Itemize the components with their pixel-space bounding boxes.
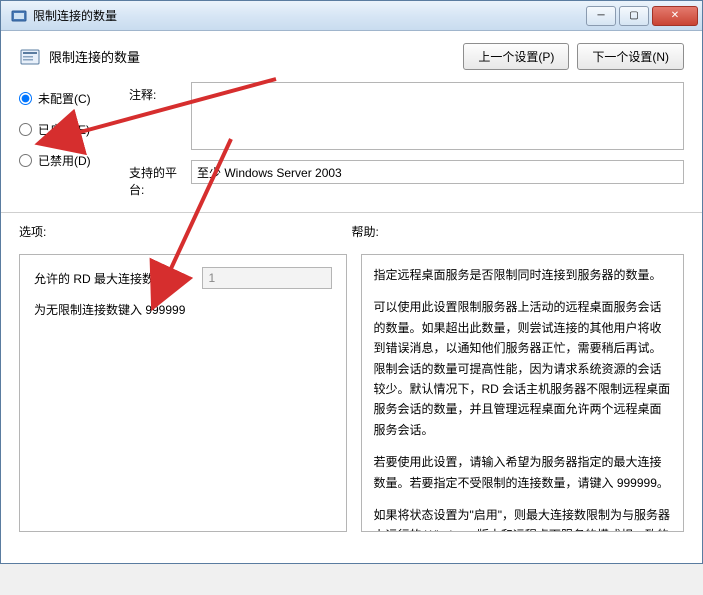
options-panel: 允许的 RD 最大连接数 ▲ ▼ 为无限制连接数键入 999999 bbox=[19, 254, 347, 532]
window-controls: ─ ▢ ✕ bbox=[583, 6, 698, 26]
help-text: 指定远程桌面服务是否限制同时连接到服务器的数量。 bbox=[374, 265, 672, 285]
radio-not-configured[interactable]: 未配置(C) bbox=[19, 90, 129, 107]
platform-label: 支持的平台: bbox=[129, 160, 191, 198]
help-text: 若要使用此设置，请输入希望为服务器指定的最大连接数量。若要指定不受限制的连接数量… bbox=[374, 452, 672, 493]
radio-not-configured-input[interactable] bbox=[19, 92, 32, 105]
content-area: 限制连接的数量 上一个设置(P) 下一个设置(N) 未配置(C) 已启用(E) … bbox=[1, 31, 702, 563]
help-section-label: 帮助: bbox=[352, 223, 685, 240]
titlebar: 限制连接的数量 ─ ▢ ✕ bbox=[1, 1, 702, 31]
max-connections-input[interactable] bbox=[203, 268, 370, 288]
help-text: 如果将状态设置为"启用"，则最大连接数限制为与服务器上运行的 Windows 版… bbox=[374, 505, 672, 532]
radio-enabled-input[interactable] bbox=[19, 123, 32, 136]
maximize-button[interactable]: ▢ bbox=[619, 6, 649, 26]
minimize-button[interactable]: ─ bbox=[586, 6, 616, 26]
comment-label: 注释: bbox=[129, 82, 191, 103]
radio-enabled-label: 已启用(E) bbox=[38, 121, 90, 138]
max-connections-spinner[interactable]: ▲ ▼ bbox=[202, 267, 332, 289]
help-panel[interactable]: 指定远程桌面服务是否限制同时连接到服务器的数量。 可以使用此设置限制服务器上活动… bbox=[361, 254, 685, 532]
policy-icon bbox=[19, 46, 41, 68]
platform-value bbox=[191, 160, 684, 184]
state-radio-group: 未配置(C) 已启用(E) 已禁用(D) bbox=[19, 82, 129, 198]
divider bbox=[1, 212, 702, 213]
radio-not-configured-label: 未配置(C) bbox=[38, 90, 91, 107]
app-icon bbox=[11, 8, 27, 24]
max-connections-label: 允许的 RD 最大连接数 bbox=[34, 270, 202, 287]
section-labels: 选项: 帮助: bbox=[1, 223, 702, 240]
next-setting-button[interactable]: 下一个设置(N) bbox=[577, 43, 684, 70]
prev-setting-button[interactable]: 上一个设置(P) bbox=[463, 43, 569, 70]
platform-row: 支持的平台: bbox=[129, 160, 684, 198]
unlimited-hint: 为无限制连接数键入 999999 bbox=[34, 301, 332, 318]
comment-row: 注释: bbox=[129, 82, 684, 150]
options-section-label: 选项: bbox=[19, 223, 352, 240]
lower-panels: 允许的 RD 最大连接数 ▲ ▼ 为无限制连接数键入 999999 指定远程桌面… bbox=[1, 240, 702, 550]
max-connections-row: 允许的 RD 最大连接数 ▲ ▼ bbox=[34, 267, 332, 289]
page-title: 限制连接的数量 bbox=[49, 47, 463, 66]
window-title: 限制连接的数量 bbox=[33, 7, 583, 24]
radio-enabled[interactable]: 已启用(E) bbox=[19, 121, 129, 138]
radio-disabled[interactable]: 已禁用(D) bbox=[19, 152, 129, 169]
help-text: 可以使用此设置限制服务器上活动的远程桌面服务会话的数量。如果超出此数量，则尝试连… bbox=[374, 297, 672, 440]
radio-disabled-label: 已禁用(D) bbox=[38, 152, 91, 169]
header-row: 限制连接的数量 上一个设置(P) 下一个设置(N) bbox=[1, 31, 702, 78]
radio-disabled-input[interactable] bbox=[19, 154, 32, 167]
comment-input[interactable] bbox=[191, 82, 684, 150]
config-area: 未配置(C) 已启用(E) 已禁用(D) 注释: 支持的平台: bbox=[1, 78, 702, 198]
fields-col: 注释: 支持的平台: bbox=[129, 82, 684, 198]
policy-editor-window: 限制连接的数量 ─ ▢ ✕ 限制连接的数量 上一个设置(P) 下一个设置(N) … bbox=[0, 0, 703, 564]
close-button[interactable]: ✕ bbox=[652, 6, 698, 26]
nav-buttons: 上一个设置(P) 下一个设置(N) bbox=[463, 43, 684, 70]
